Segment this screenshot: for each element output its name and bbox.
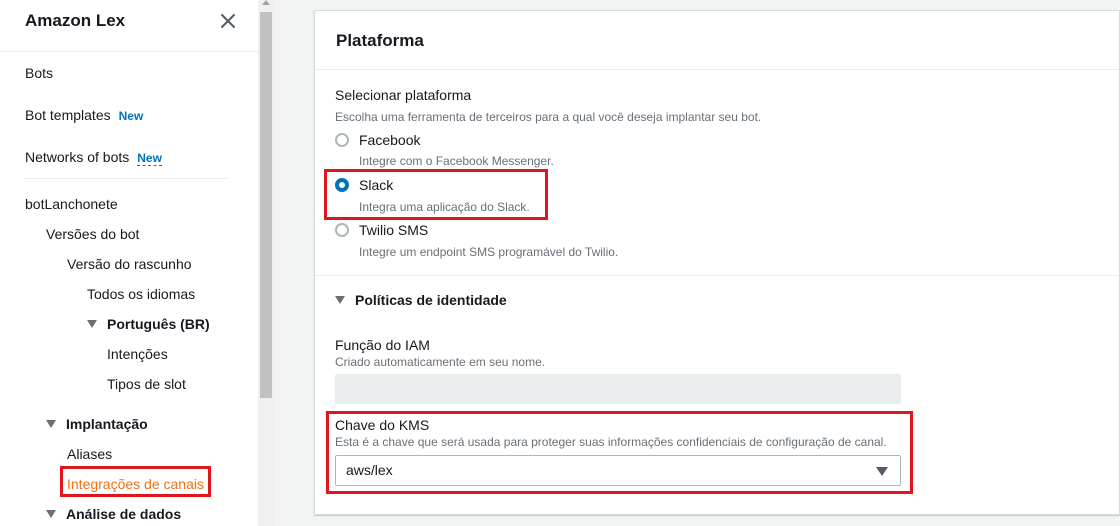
sidebar-item-bot-versions[interactable]: Versões do bot [46, 226, 139, 242]
platform-description: Escolha uma ferramenta de terceiros para… [335, 110, 762, 124]
identity-policies-toggle[interactable]: Políticas de identidade [335, 292, 507, 308]
platform-label: Selecionar plataforma [335, 87, 472, 103]
twilio-radio[interactable] [335, 223, 349, 237]
sidebar-item-label: Implantação [66, 416, 148, 432]
twilio-description: Integre um endpoint SMS programável do T… [359, 245, 619, 259]
iam-label: Função do IAM [335, 337, 430, 353]
identity-policies-label: Políticas de identidade [355, 292, 507, 308]
highlight-box [324, 169, 548, 220]
twilio-label[interactable]: Twilio SMS [359, 222, 428, 238]
sidebar-item-language[interactable]: Português (BR) [87, 316, 210, 332]
sidebar-item-slot-types[interactable]: Tipos de slot [107, 376, 186, 392]
sidebar-item-bot-name[interactable]: botLanchonete [25, 196, 118, 212]
scrollbar-thumb[interactable] [260, 12, 272, 398]
sidebar: Amazon Lex Bots Bot templates New Network… [0, 0, 258, 526]
highlight-box [326, 411, 913, 494]
caret-down-icon[interactable] [335, 296, 345, 304]
sidebar-item-bots[interactable]: Bots [25, 65, 53, 81]
sidebar-header: Amazon Lex [0, 0, 258, 52]
sidebar-item-label: Português (BR) [107, 316, 210, 332]
new-badge: New [118, 109, 144, 123]
sidebar-item-deployment[interactable]: Implantação [46, 416, 148, 432]
caret-down-icon[interactable] [87, 320, 97, 328]
sidebar-item-bot-templates[interactable]: Bot templates New [25, 107, 143, 123]
new-badge[interactable]: New [137, 151, 162, 166]
panel-title: Plataforma [336, 31, 424, 50]
iam-description: Criado automaticamente em seu nome. [335, 355, 546, 369]
sidebar-item-label: Análise de dados [66, 506, 182, 522]
sidebar-title: Amazon Lex [25, 11, 126, 30]
panel-header: Plataforma [315, 11, 1119, 70]
scroll-up-arrow-icon[interactable] [262, 0, 270, 5]
sidebar-item-data-analysis[interactable]: Análise de dados [46, 506, 181, 522]
sidebar-item-intents[interactable]: Intenções [107, 346, 168, 362]
facebook-radio[interactable] [335, 133, 349, 147]
sidebar-item-label: Bot templates [25, 107, 111, 123]
sidebar-item-label: Networks of bots [25, 149, 130, 165]
caret-down-icon[interactable] [46, 510, 56, 518]
facebook-label[interactable]: Facebook [359, 132, 420, 148]
caret-down-icon[interactable] [46, 420, 56, 428]
facebook-description: Integre com o Facebook Messenger. [359, 154, 554, 168]
sidebar-item-all-languages[interactable]: Todos os idiomas [87, 286, 195, 302]
sidebar-item-aliases[interactable]: Aliases [67, 446, 112, 462]
iam-role-field [335, 374, 901, 404]
platform-panel: Plataforma Selecionar plataforma Escolha… [314, 10, 1120, 515]
highlight-box [60, 466, 211, 497]
sidebar-divider [25, 178, 228, 179]
sidebar-item-networks-of-bots[interactable]: Networks of bots New [25, 149, 162, 166]
section-divider [315, 275, 1119, 276]
sidebar-item-draft-version[interactable]: Versão do rascunho [67, 256, 192, 272]
close-icon[interactable] [219, 12, 237, 30]
